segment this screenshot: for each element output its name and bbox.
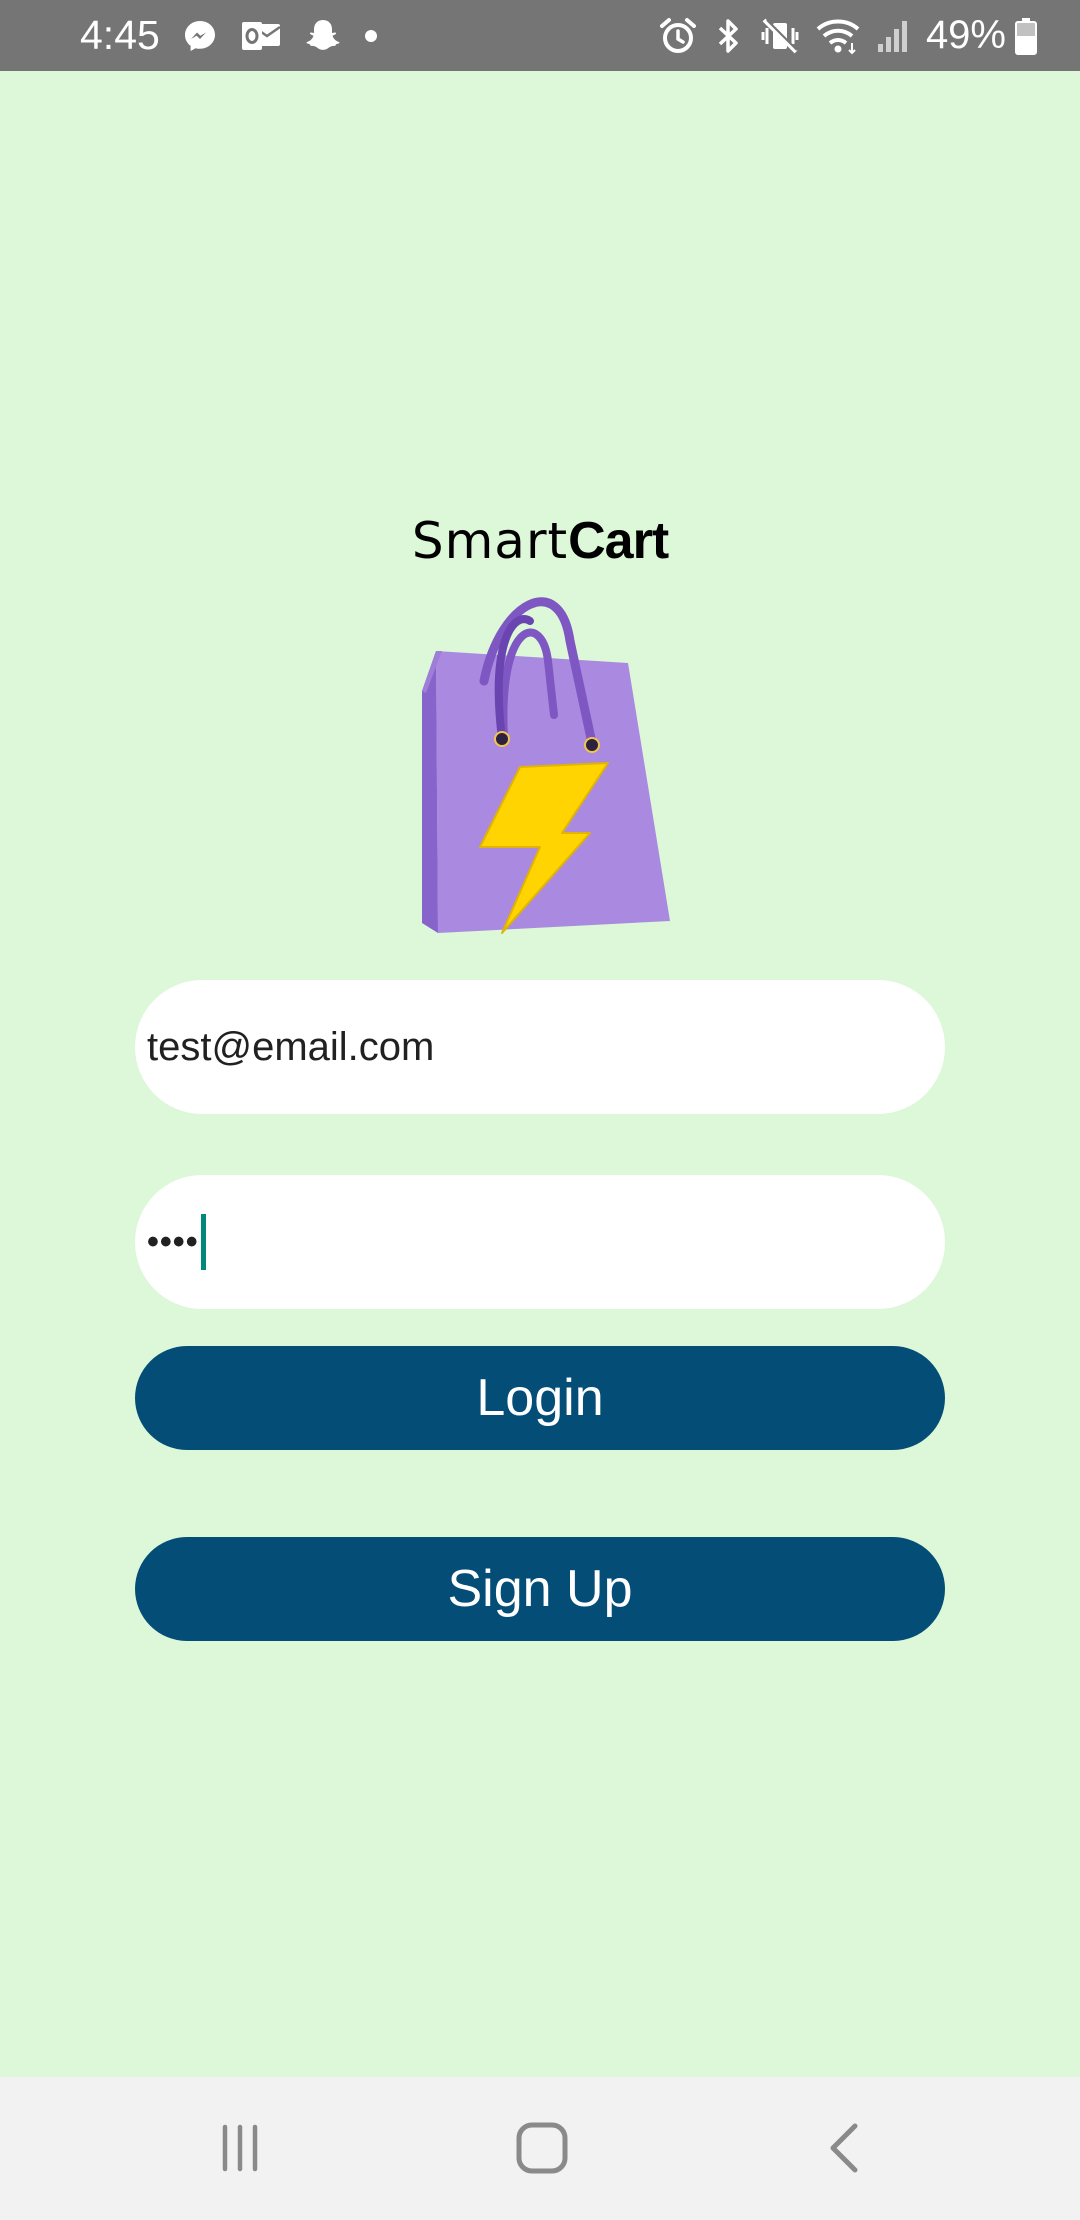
navigation-bar <box>0 2077 1080 2220</box>
back-icon <box>830 2123 858 2173</box>
app-logo: SmartCart <box>410 511 670 941</box>
back-button[interactable] <box>800 2113 890 2183</box>
status-bar: 4:45 49% <box>0 0 1080 71</box>
shopping-bag-lightning-icon <box>422 597 670 934</box>
logo-text-regular: Smart <box>411 512 569 570</box>
status-time: 4:45 <box>80 12 160 58</box>
text-cursor <box>200 1214 206 1270</box>
login-screen: SmartCart test@email.com •••• Login Sign… <box>0 71 1080 2077</box>
logo-text: SmartCart <box>410 511 670 571</box>
battery-percentage: 49% <box>925 13 1006 57</box>
wifi-icon <box>816 17 860 55</box>
snapchat-icon <box>304 18 342 54</box>
status-bar-right: 49% <box>658 13 1038 58</box>
home-icon <box>516 2122 568 2174</box>
outlook-icon <box>240 19 282 53</box>
password-field[interactable]: •••• <box>135 1175 945 1309</box>
alarm-icon <box>658 16 698 56</box>
recents-icon <box>222 2124 258 2172</box>
status-bar-left: 4:45 <box>80 12 400 59</box>
bluetooth-icon <box>714 16 744 56</box>
logo-text-bold: Cart <box>568 512 669 570</box>
email-value: test@email.com <box>147 1024 435 1069</box>
email-field[interactable]: test@email.com <box>135 980 945 1114</box>
sign-up-button[interactable]: Sign Up <box>135 1537 945 1641</box>
notification-dot-icon <box>364 29 378 43</box>
login-button[interactable]: Login <box>135 1346 945 1450</box>
messenger-icon <box>182 18 218 54</box>
signal-icon <box>876 18 910 54</box>
vibrate-mute-icon <box>760 16 800 56</box>
recents-button[interactable] <box>195 2113 285 2183</box>
password-mask: •••• <box>147 1222 199 1261</box>
battery-icon <box>1014 17 1038 55</box>
home-button[interactable] <box>497 2113 587 2183</box>
